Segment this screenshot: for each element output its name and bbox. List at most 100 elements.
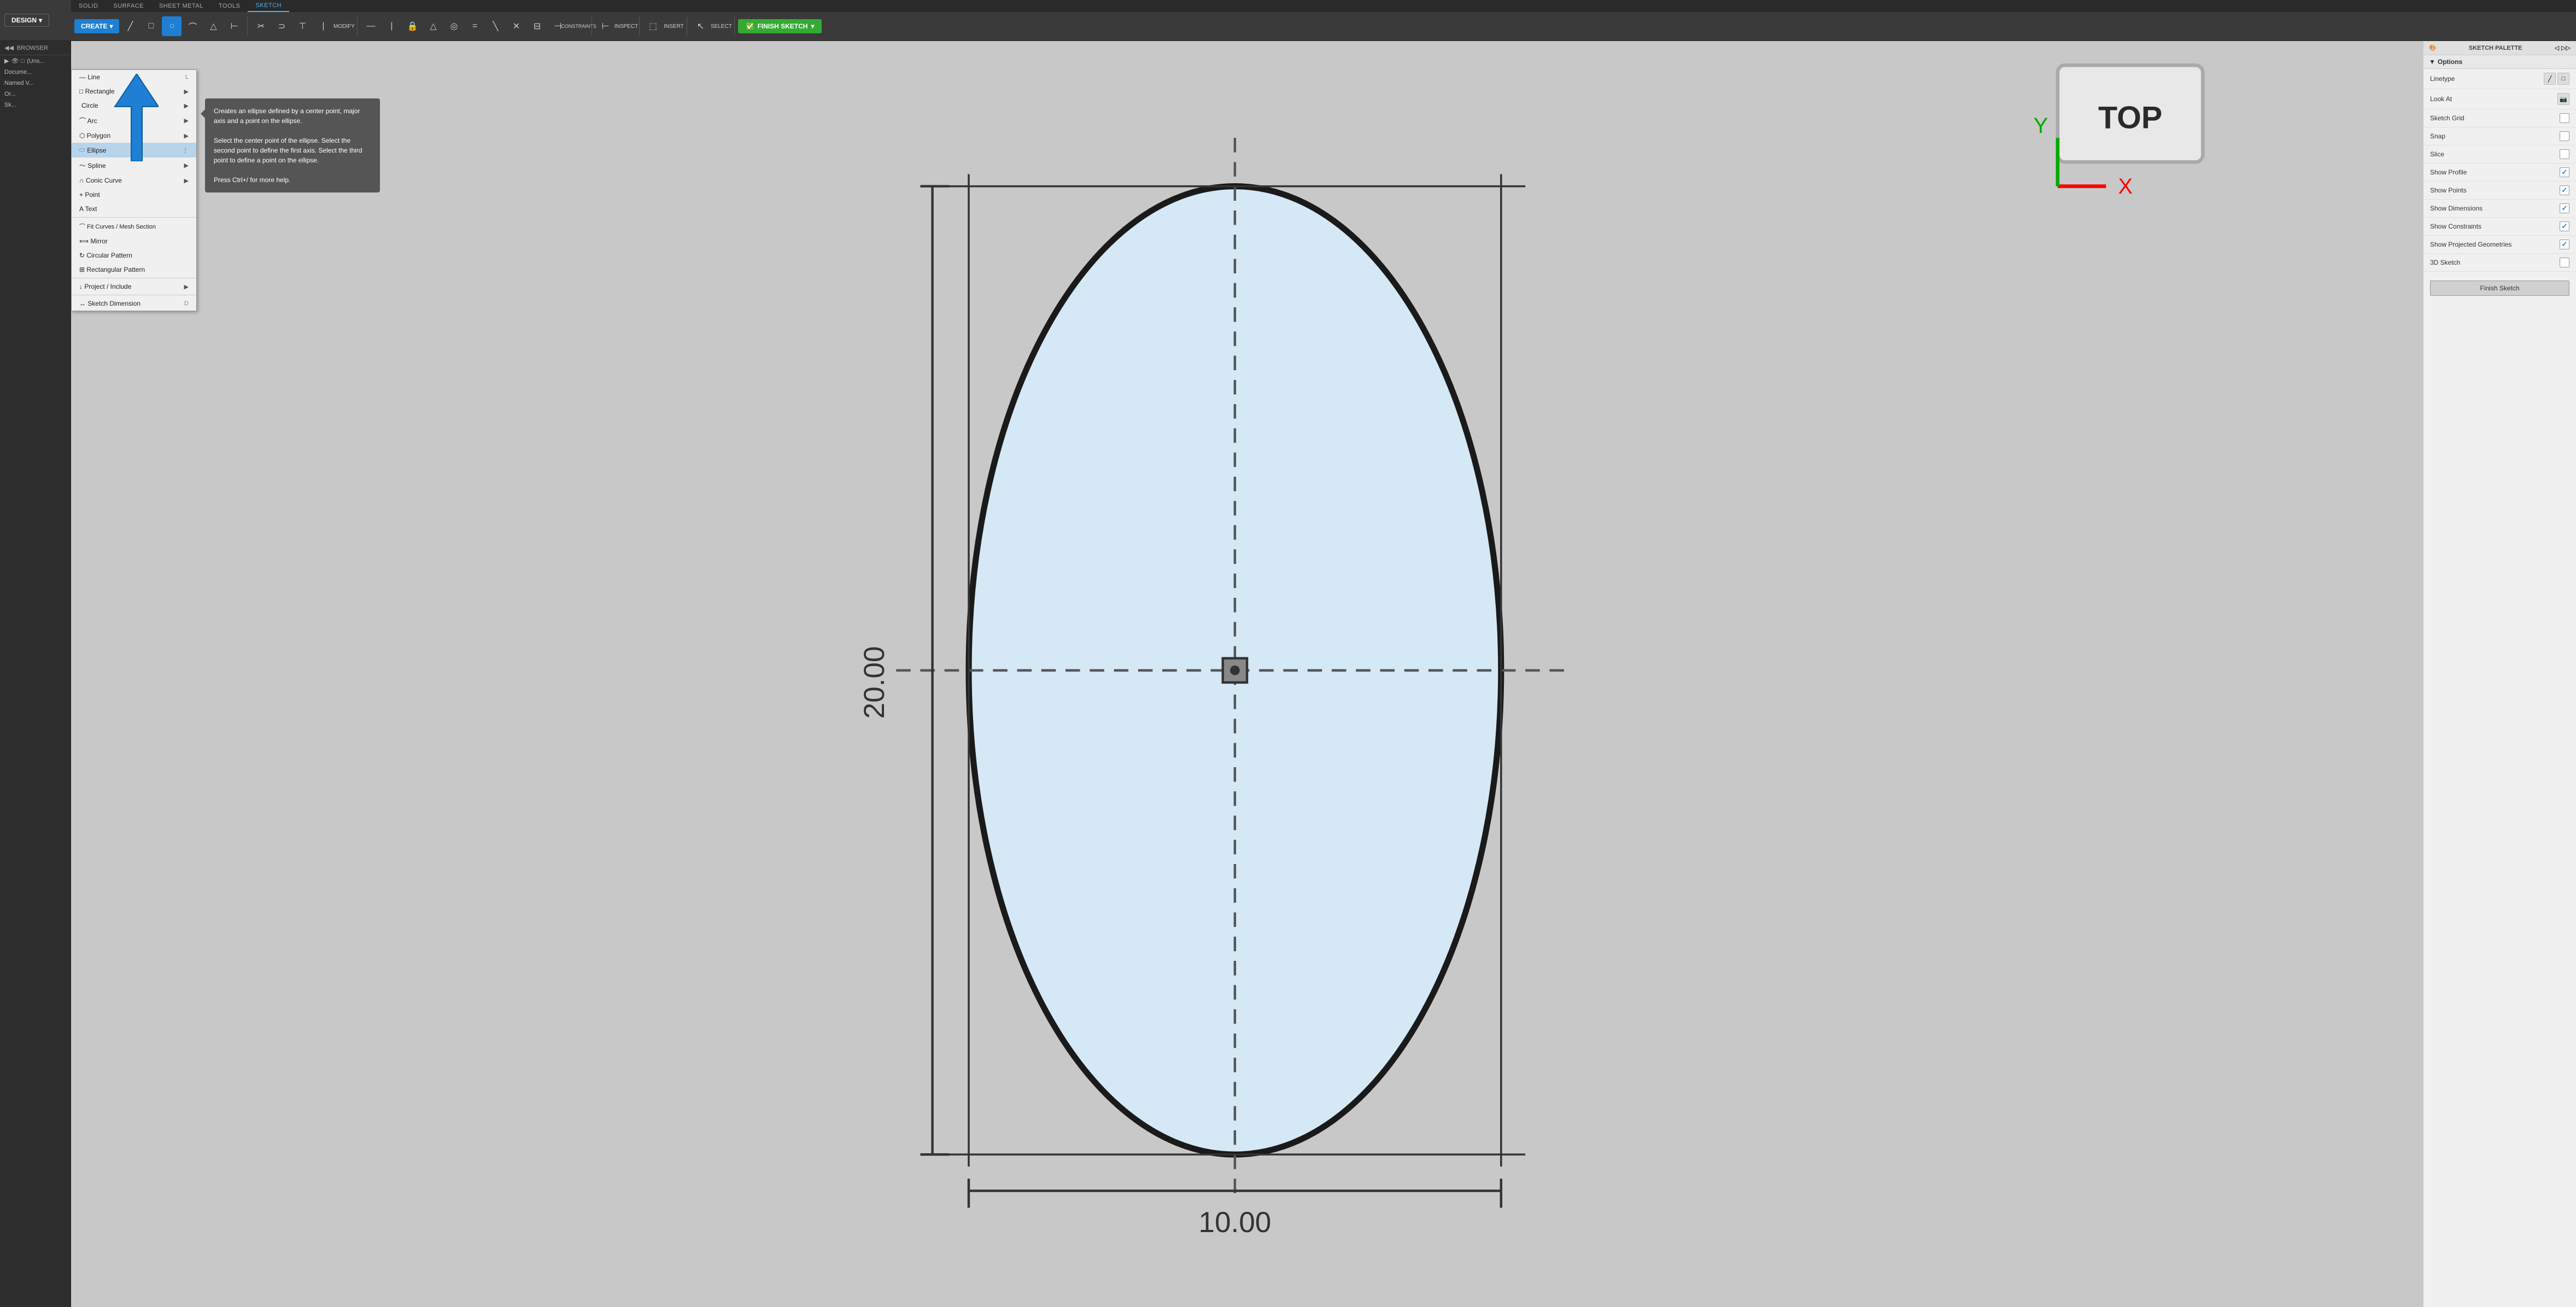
separator4 bbox=[639, 16, 640, 36]
finish-sketch-button[interactable]: ✅ FINISH SKETCH ▾ bbox=[738, 19, 822, 33]
menu-item-point[interactable]: + Point bbox=[72, 188, 196, 202]
browser-item-4[interactable]: Sk... bbox=[0, 100, 71, 110]
linetype-icon2[interactable]: □ bbox=[2557, 73, 2569, 85]
tool-concentric[interactable]: ◎ bbox=[444, 16, 464, 36]
tooltip: Creates an ellipse defined by a center p… bbox=[205, 98, 380, 192]
tool-equal[interactable]: = bbox=[465, 16, 484, 36]
menu-item-line[interactable]: — Line L bbox=[72, 70, 196, 84]
left-sidebar: ◀◀ BROWSER ▶ 👁 □ (Uns... Docume... Named… bbox=[0, 41, 71, 1307]
linetype-label: Linetype bbox=[2430, 75, 2455, 83]
linetype-icon1[interactable]: ╱ bbox=[2544, 73, 2556, 85]
tool-vertical[interactable]: | bbox=[382, 16, 401, 36]
tool-line[interactable]: ╱ bbox=[120, 16, 140, 36]
tool-horizontal[interactable]: — bbox=[361, 16, 380, 36]
finish-sketch-label: FINISH SKETCH bbox=[757, 22, 807, 30]
sketch-palette-panel: 🎨 SKETCH PALETTE ◁ ▷▷ ▼ Options Linetype… bbox=[2423, 41, 2576, 1307]
menu-item-conic[interactable]: ∩ Conic Curve ▶ bbox=[72, 173, 196, 188]
tool-arc[interactable]: ⌒ bbox=[183, 16, 202, 36]
tab-bar: SOLID SURFACE SHEET METAL TOOLS SKETCH bbox=[71, 0, 2576, 12]
tool-tangent[interactable]: ╲ bbox=[485, 16, 505, 36]
menu-circle-label: Circle bbox=[79, 102, 98, 109]
tool-rectangle[interactable]: □ bbox=[141, 16, 161, 36]
browser-collapse-icon[interactable]: ◀◀ bbox=[4, 44, 14, 51]
show-dimensions-checkbox[interactable] bbox=[2560, 203, 2569, 213]
tool-circle[interactable]: ○ bbox=[162, 16, 182, 36]
tool-cross[interactable]: ✕ bbox=[506, 16, 526, 36]
eye-icon: 👁 bbox=[11, 57, 19, 65]
palette-pin-icon[interactable]: ◁ bbox=[2555, 44, 2559, 51]
look-at-icon[interactable]: 📷 bbox=[2557, 93, 2569, 105]
tool-triangle-c[interactable]: △ bbox=[423, 16, 443, 36]
menu-item-circular[interactable]: ↻ Circular Pattern bbox=[72, 248, 196, 262]
tab-solid[interactable]: SOLID bbox=[71, 0, 106, 12]
palette-expand-icon[interactable]: ▷▷ bbox=[2561, 44, 2571, 51]
linetype-row: Linetype ╱ □ bbox=[2423, 69, 2576, 89]
menu-polygon-label: ⬡ Polygon bbox=[79, 132, 110, 139]
select-dropdown[interactable]: SELECT bbox=[711, 16, 731, 36]
menu-rectangular-label: ⊞ Rectangular Pattern bbox=[79, 266, 145, 273]
3d-sketch-row: 3D Sketch bbox=[2423, 254, 2576, 272]
menu-spline-label: 〜 Spline bbox=[79, 161, 106, 170]
tool-cursor[interactable]: ↖ bbox=[690, 16, 710, 36]
slice-label: Slice bbox=[2430, 150, 2444, 158]
tool-offset[interactable]: ⊃ bbox=[272, 16, 291, 36]
menu-item-polygon[interactable]: ⬡ Polygon ▶ bbox=[72, 129, 196, 143]
menu-conic-label: ∩ Conic Curve bbox=[79, 177, 122, 184]
tool-sym[interactable]: ⊟ bbox=[527, 16, 547, 36]
tool-polygon[interactable]: △ bbox=[203, 16, 223, 36]
browser-item-3[interactable]: Or... bbox=[0, 89, 71, 100]
sketch-palette-header: 🎨 SKETCH PALETTE ◁ ▷▷ bbox=[2423, 41, 2576, 55]
inspect-dropdown[interactable]: INSPECT bbox=[616, 16, 636, 36]
toolbar: DESIGN ▾ SOLID SURFACE SHEET METAL TOOLS… bbox=[0, 0, 2576, 41]
tool-plane[interactable]: ⬚ bbox=[643, 16, 663, 36]
show-projected-checkbox[interactable] bbox=[2560, 240, 2569, 249]
3d-sketch-checkbox[interactable] bbox=[2560, 258, 2569, 267]
browser-item-1[interactable]: Docume... bbox=[0, 67, 71, 78]
menu-item-dimension[interactable]: ↔ Sketch Dimension D bbox=[72, 296, 196, 311]
tool-modify-dropdown[interactable]: MODIFY bbox=[334, 16, 354, 36]
browser-item-0[interactable]: ▶ 👁 □ (Uns... bbox=[0, 55, 71, 67]
tab-tools[interactable]: TOOLS bbox=[211, 0, 248, 12]
snap-checkbox[interactable] bbox=[2560, 131, 2569, 141]
options-section-header[interactable]: ▼ Options bbox=[2423, 55, 2576, 69]
menu-point-label: + Point bbox=[79, 191, 100, 199]
menu-item-rectangle[interactable]: □ Rectangle ▶ bbox=[72, 84, 196, 98]
finish-sketch-btn-panel[interactable]: Finish Sketch bbox=[2430, 281, 2569, 296]
tool-trim[interactable]: ⊤ bbox=[292, 16, 312, 36]
menu-line-shortcut: L bbox=[185, 74, 189, 80]
tool-measure[interactable]: ⊢ bbox=[595, 16, 615, 36]
tool-lock[interactable]: 🔒 bbox=[402, 16, 422, 36]
look-at-row: Look At 📷 bbox=[2423, 89, 2576, 109]
svg-text:X: X bbox=[2118, 174, 2133, 199]
create-dropdown-button[interactable]: CREATE ▾ bbox=[74, 19, 119, 33]
menu-item-mirror[interactable]: ⟺ Mirror bbox=[72, 234, 196, 248]
slice-checkbox[interactable] bbox=[2560, 149, 2569, 159]
show-dimensions-row: Show Dimensions bbox=[2423, 200, 2576, 218]
tab-surface[interactable]: SURFACE bbox=[106, 0, 151, 12]
menu-item-rectangular[interactable]: ⊞ Rectangular Pattern bbox=[72, 262, 196, 277]
menu-item-project[interactable]: ↓ Project / Include ▶ bbox=[72, 279, 196, 294]
tool-more1[interactable]: ⊢ bbox=[224, 16, 244, 36]
menu-item-ellipse[interactable]: ⬭ Ellipse ⋮ bbox=[72, 143, 196, 157]
tool-scissors[interactable]: ✂ bbox=[251, 16, 271, 36]
canvas[interactable]: 20.00 10.00 TOP X Y — Line L □ Re bbox=[71, 41, 2423, 1307]
menu-item-arc[interactable]: ⌒ Arc ▶ bbox=[72, 113, 196, 129]
show-profile-checkbox[interactable] bbox=[2560, 167, 2569, 177]
design-button[interactable]: DESIGN ▾ bbox=[4, 14, 49, 27]
show-constraints-checkbox[interactable] bbox=[2560, 221, 2569, 231]
menu-item-spline[interactable]: 〜 Spline ▶ bbox=[72, 157, 196, 173]
tab-sketch[interactable]: SKETCH bbox=[248, 0, 289, 12]
tab-sheetmetal[interactable]: SHEET METAL bbox=[151, 0, 211, 12]
tool-split[interactable]: | bbox=[313, 16, 333, 36]
menu-item-text[interactable]: A Text bbox=[72, 202, 196, 216]
browser-item-2[interactable]: Named V... bbox=[0, 78, 71, 89]
menu-item-fitcurves[interactable]: ⌒ Fit Curves / Mesh Section bbox=[72, 219, 196, 234]
constraints-dropdown[interactable]: CONSTRAINTS bbox=[569, 16, 588, 36]
menu-item-circle[interactable]: Circle ▶ bbox=[72, 98, 196, 113]
tooltip-line6: point to define a point on the ellipse. bbox=[214, 155, 371, 165]
sketch-grid-checkbox[interactable] bbox=[2560, 113, 2569, 123]
show-points-checkbox[interactable] bbox=[2560, 185, 2569, 195]
svg-text:10.00: 10.00 bbox=[1198, 1206, 1271, 1239]
show-profile-row: Show Profile bbox=[2423, 164, 2576, 182]
insert-dropdown[interactable]: INSERT bbox=[664, 16, 683, 36]
